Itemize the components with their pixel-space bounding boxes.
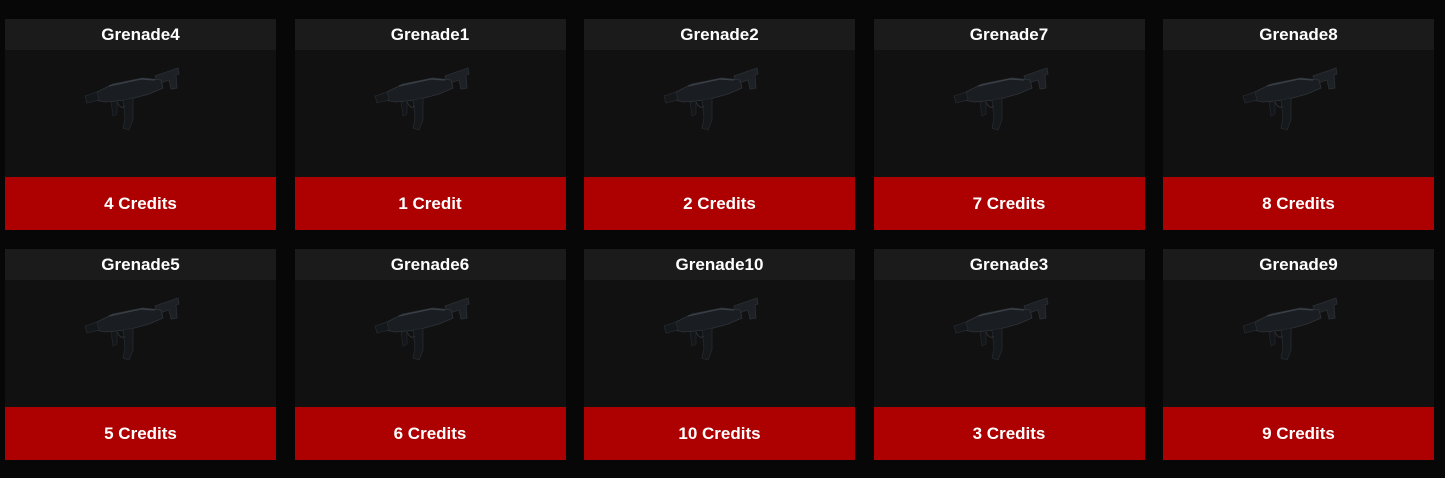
item-name: Grenade8	[1163, 19, 1434, 50]
item-name: Grenade2	[584, 19, 855, 50]
item-image	[5, 280, 276, 407]
item-grid: Grenade4 4 Credits Grenade1 1 Credit Gre…	[5, 19, 1434, 460]
item-image	[584, 280, 855, 407]
price-button[interactable]: 3 Credits	[873, 407, 1145, 460]
smg-icon	[373, 292, 473, 372]
item-name: Grenade4	[5, 19, 276, 50]
item-name: Grenade6	[294, 249, 566, 280]
item-image	[1163, 50, 1434, 177]
item-image	[5, 50, 276, 177]
item-card[interactable]: Grenade3 3 Credits	[873, 249, 1145, 460]
item-image	[584, 50, 855, 177]
item-card[interactable]: Grenade8 8 Credits	[1163, 19, 1434, 230]
price-button[interactable]: 4 Credits	[5, 177, 276, 230]
price-button[interactable]: 8 Credits	[1163, 177, 1434, 230]
smg-icon	[83, 62, 183, 142]
price-button[interactable]: 2 Credits	[584, 177, 855, 230]
price-button[interactable]: 7 Credits	[873, 177, 1145, 230]
item-card[interactable]: Grenade2 2 Credits	[584, 19, 855, 230]
item-name: Grenade10	[584, 249, 855, 280]
item-card[interactable]: Grenade1 1 Credit	[294, 19, 566, 230]
item-name: Grenade1	[294, 19, 566, 50]
price-button[interactable]: 9 Credits	[1163, 407, 1434, 460]
price-button[interactable]: 6 Credits	[294, 407, 566, 460]
item-name: Grenade7	[873, 19, 1145, 50]
smg-icon	[1241, 62, 1341, 142]
item-card[interactable]: Grenade10 10 Credits	[584, 249, 855, 460]
smg-icon	[662, 292, 762, 372]
price-button[interactable]: 1 Credit	[294, 177, 566, 230]
smg-icon	[373, 62, 473, 142]
smg-icon	[662, 62, 762, 142]
item-image	[294, 50, 566, 177]
smg-icon	[1241, 292, 1341, 372]
smg-icon	[83, 292, 183, 372]
item-image	[294, 280, 566, 407]
smg-icon	[952, 292, 1052, 372]
price-button[interactable]: 10 Credits	[584, 407, 855, 460]
item-image	[873, 50, 1145, 177]
item-card[interactable]: Grenade5 5 Credits	[5, 249, 276, 460]
item-image	[873, 280, 1145, 407]
item-card[interactable]: Grenade6 6 Credits	[294, 249, 566, 460]
item-name: Grenade3	[873, 249, 1145, 280]
item-image	[1163, 280, 1434, 407]
item-name: Grenade5	[5, 249, 276, 280]
item-card[interactable]: Grenade9 9 Credits	[1163, 249, 1434, 460]
price-button[interactable]: 5 Credits	[5, 407, 276, 460]
item-card[interactable]: Grenade7 7 Credits	[873, 19, 1145, 230]
smg-icon	[952, 62, 1052, 142]
item-name: Grenade9	[1163, 249, 1434, 280]
item-card[interactable]: Grenade4 4 Credits	[5, 19, 276, 230]
